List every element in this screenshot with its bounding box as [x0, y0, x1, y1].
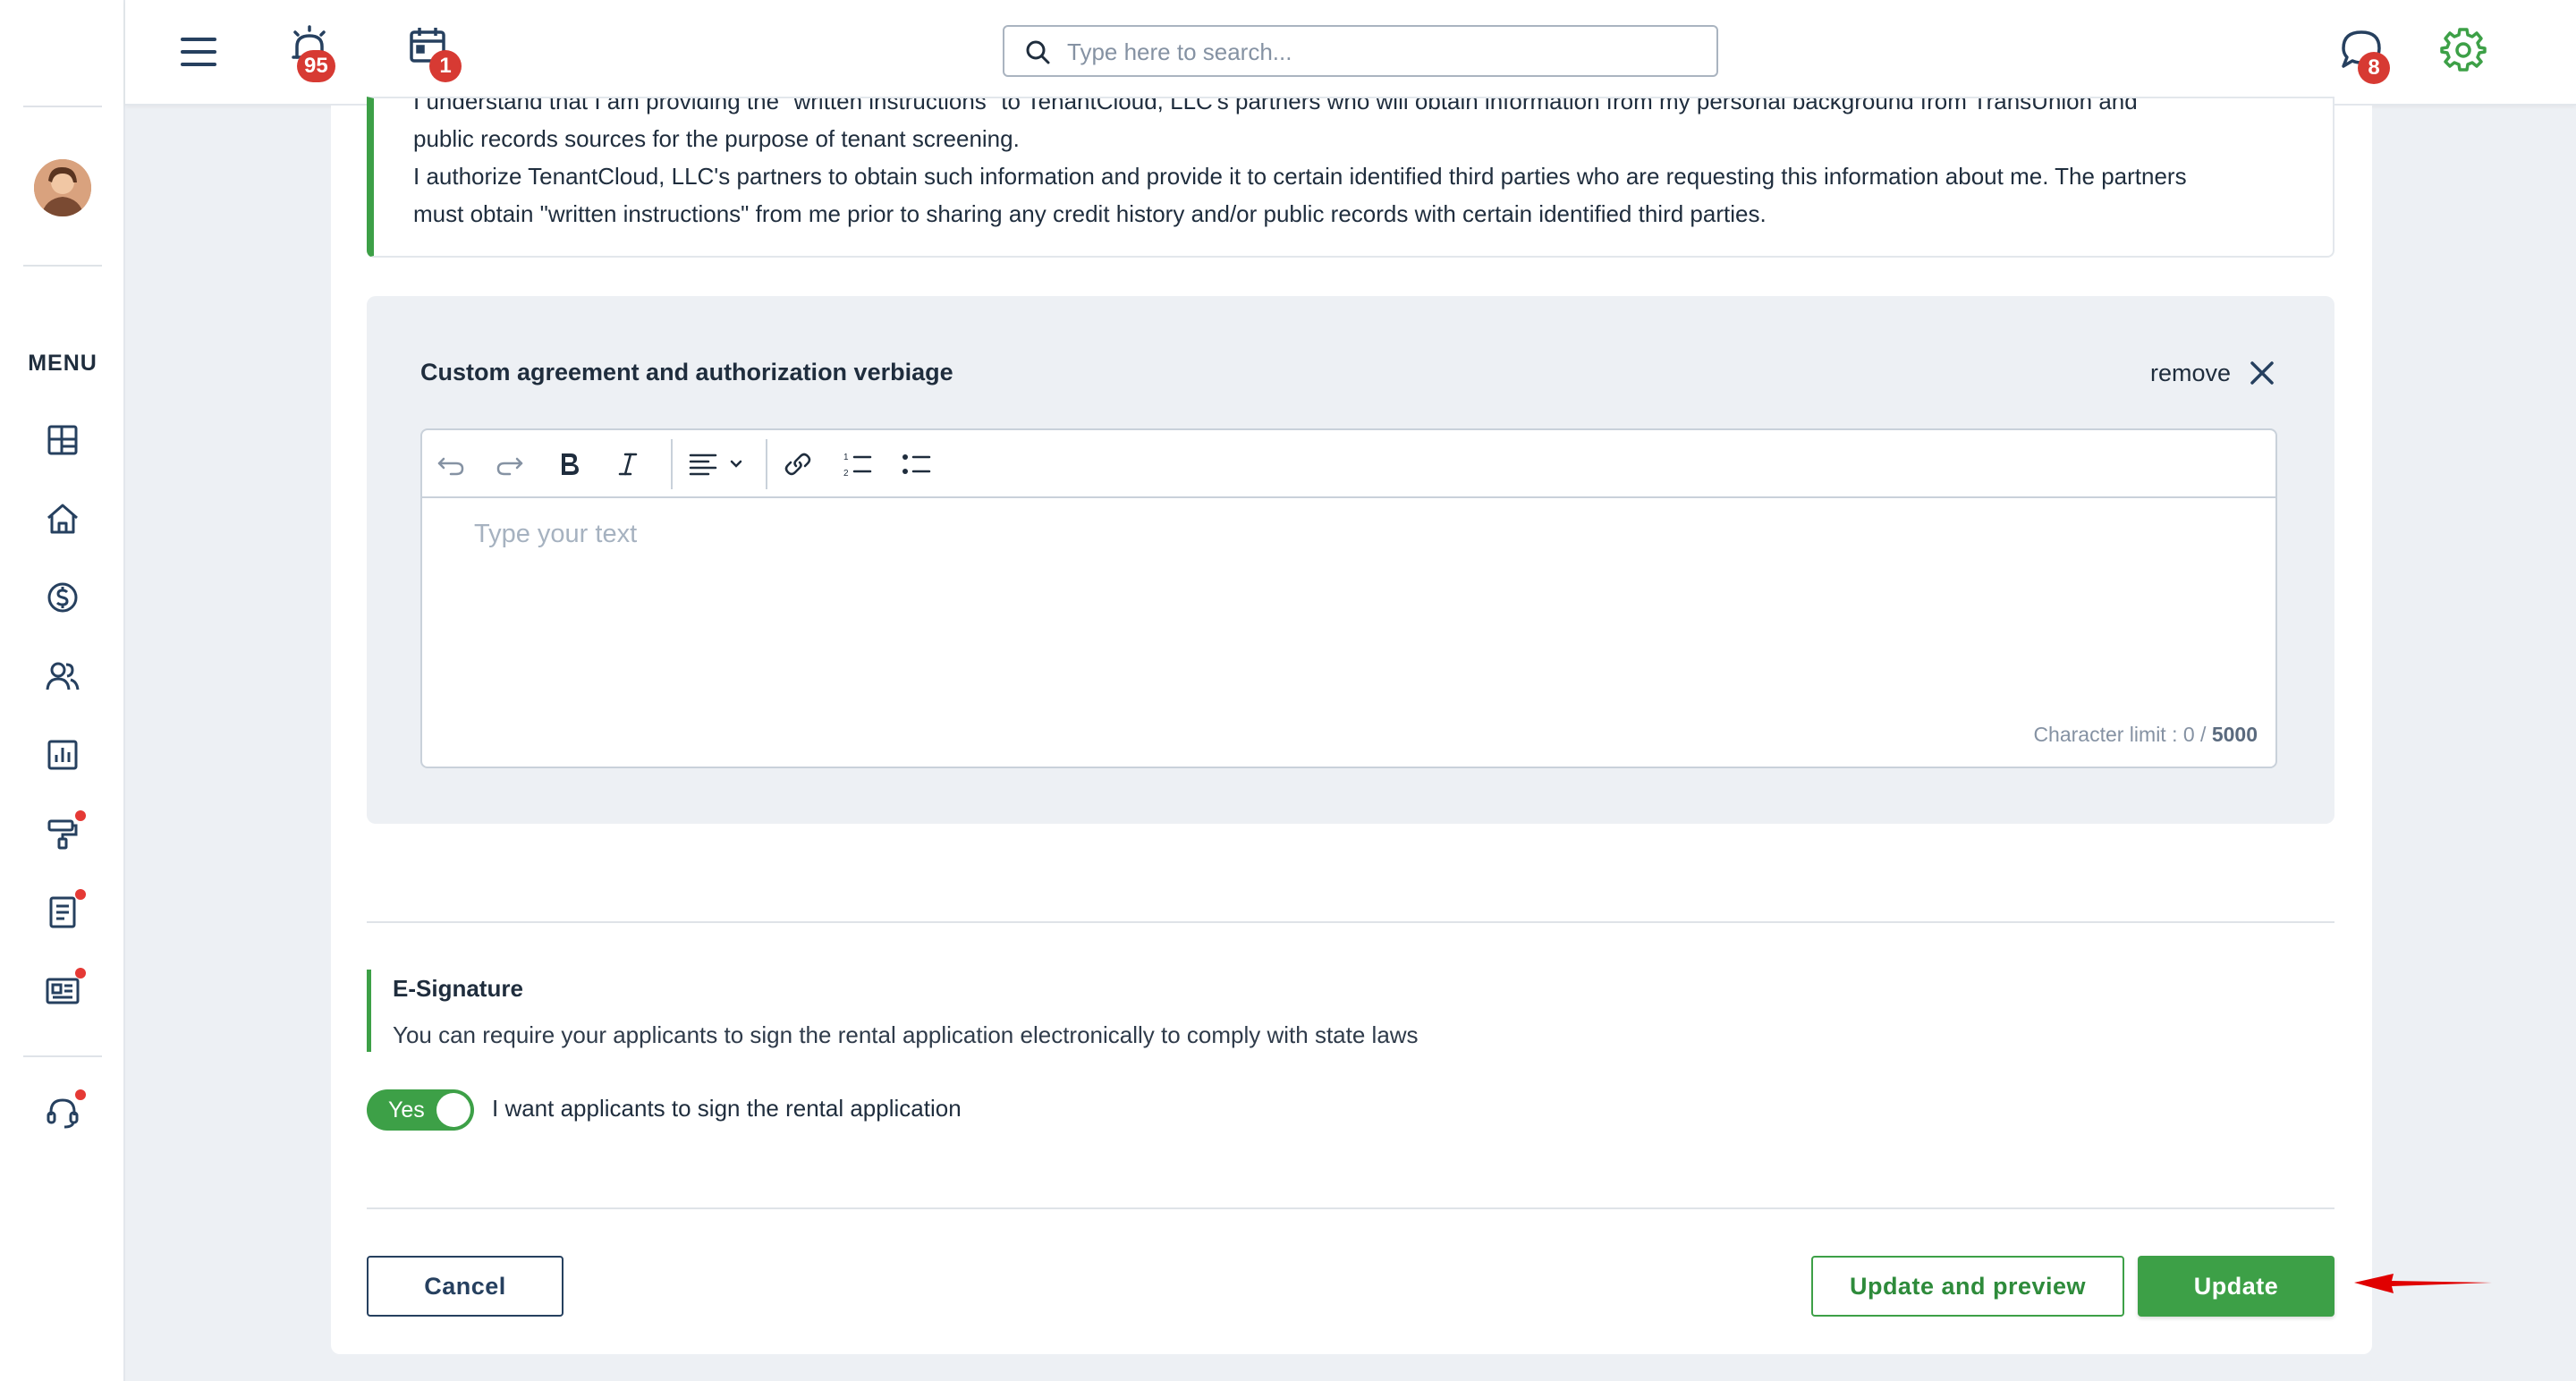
main-card: I understand that I am providing the "wr… [331, 97, 2372, 1354]
svg-text:2: 2 [843, 469, 849, 479]
sidebar-item-support[interactable] [43, 1089, 86, 1132]
avatar-image [34, 159, 91, 216]
svg-text:1: 1 [843, 453, 849, 462]
notification-dot [75, 810, 86, 821]
custom-agreement-section: Custom agreement and authorization verbi… [367, 296, 2334, 824]
update-button[interactable]: Update [2138, 1256, 2334, 1317]
calendar-button[interactable]: 1 [406, 23, 462, 82]
messages-badge: 8 [2358, 52, 2390, 84]
character-limit: Character limit : 0 / 5000 [2033, 723, 2258, 747]
search-bar[interactable] [1003, 25, 1718, 77]
sidebar-item-accounting[interactable] [43, 578, 82, 617]
cancel-button[interactable]: Cancel [367, 1256, 564, 1317]
home-icon [47, 504, 78, 534]
editor-placeholder[interactable]: Type your text [474, 520, 637, 549]
rich-text-editor[interactable]: 12 Type your text Character limit : 0 / … [420, 428, 2277, 768]
toggle-state: Yes [388, 1097, 425, 1123]
sidebar-item-people[interactable] [43, 657, 82, 696]
notification-dot [75, 1089, 86, 1100]
bold-button[interactable] [551, 446, 587, 482]
authorization-notice: I understand that I am providing the "wr… [367, 97, 2334, 258]
people-icon [46, 662, 80, 690]
reports-icon [47, 740, 78, 770]
esignature-toggle-label: I want applicants to sign the rental app… [492, 1095, 962, 1122]
sidebar-item-maintenance[interactable] [43, 810, 86, 853]
esignature-description: You can require your applicants to sign … [393, 1021, 1419, 1048]
esignature-section: E-Signature You can require your applica… [367, 970, 1619, 1052]
bullet-list-button[interactable] [898, 446, 934, 482]
undo-button[interactable] [433, 446, 469, 482]
search-icon [1026, 40, 1050, 64]
esignature-title: E-Signature [393, 975, 523, 1002]
toggle-knob [436, 1093, 470, 1127]
notification-dot [75, 889, 86, 900]
dollar-icon [47, 582, 78, 613]
italic-button[interactable] [610, 446, 646, 482]
toolbar-separator [766, 439, 767, 489]
notice-line: I authorize TenantCloud, LLC's partners … [413, 163, 2187, 190]
italic-icon [618, 453, 638, 476]
settings-button[interactable] [2440, 27, 2487, 73]
topbar: 95 1 8 [125, 0, 2576, 106]
sidebar-divider [23, 106, 102, 107]
section-divider [367, 1207, 2334, 1209]
align-left-icon [689, 453, 742, 476]
toolbar-separator [671, 439, 673, 489]
bullet-list-icon [902, 454, 931, 474]
remove-button[interactable]: remove [2150, 353, 2275, 393]
sidebar: MENU [0, 0, 125, 1381]
section-divider [367, 921, 2334, 923]
menu-label: MENU [28, 351, 97, 376]
notification-dot [75, 968, 86, 979]
character-limit-prefix: Character limit : 0 / [2033, 723, 2212, 746]
ordered-list-icon: 12 [843, 453, 872, 479]
notice-line: public records sources for the purpose o… [413, 125, 1020, 152]
annotation-arrow-icon [2354, 1274, 2492, 1293]
hamburger-icon [181, 38, 216, 66]
sidebar-item-listings[interactable] [43, 968, 86, 1011]
dashboard-icon [47, 425, 78, 455]
link-icon [784, 453, 811, 476]
align-dropdown[interactable] [685, 446, 753, 482]
link-button[interactable] [780, 446, 816, 482]
ordered-list-button[interactable]: 12 [839, 446, 875, 482]
redo-icon [496, 457, 523, 476]
update-and-preview-button[interactable]: Update and preview [1811, 1256, 2124, 1317]
notice-line: must obtain "written instructions" from … [413, 200, 1767, 227]
sidebar-item-documents[interactable] [43, 889, 86, 932]
sidebar-divider [23, 1055, 102, 1057]
sidebar-item-reports[interactable] [43, 735, 82, 775]
editor-toolbar: 12 [422, 430, 2275, 498]
custom-agreement-title: Custom agreement and authorization verbi… [420, 359, 953, 385]
sidebar-item-properties[interactable] [43, 499, 82, 538]
character-limit-max: 5000 [2211, 723, 2258, 746]
alerts-button[interactable]: 95 [286, 23, 335, 82]
sidebar-item-dashboard[interactable] [43, 420, 82, 460]
remove-label: remove [2149, 359, 2231, 386]
undo-icon [437, 457, 464, 476]
avatar[interactable] [34, 159, 91, 216]
notice-line: I understand that I am providing the "wr… [413, 97, 2138, 114]
redo-button[interactable] [492, 446, 528, 482]
esignature-toggle[interactable]: Yes [367, 1089, 474, 1131]
gear-icon [2440, 28, 2487, 72]
close-icon [2250, 361, 2274, 385]
messages-button[interactable]: 8 [2338, 27, 2390, 84]
alerts-badge: 95 [297, 50, 335, 82]
calendar-badge: 1 [429, 50, 462, 82]
search-input[interactable] [1067, 36, 1693, 68]
sidebar-divider [23, 265, 102, 267]
hamburger-menu-button[interactable] [175, 29, 222, 75]
bold-icon [562, 453, 579, 475]
